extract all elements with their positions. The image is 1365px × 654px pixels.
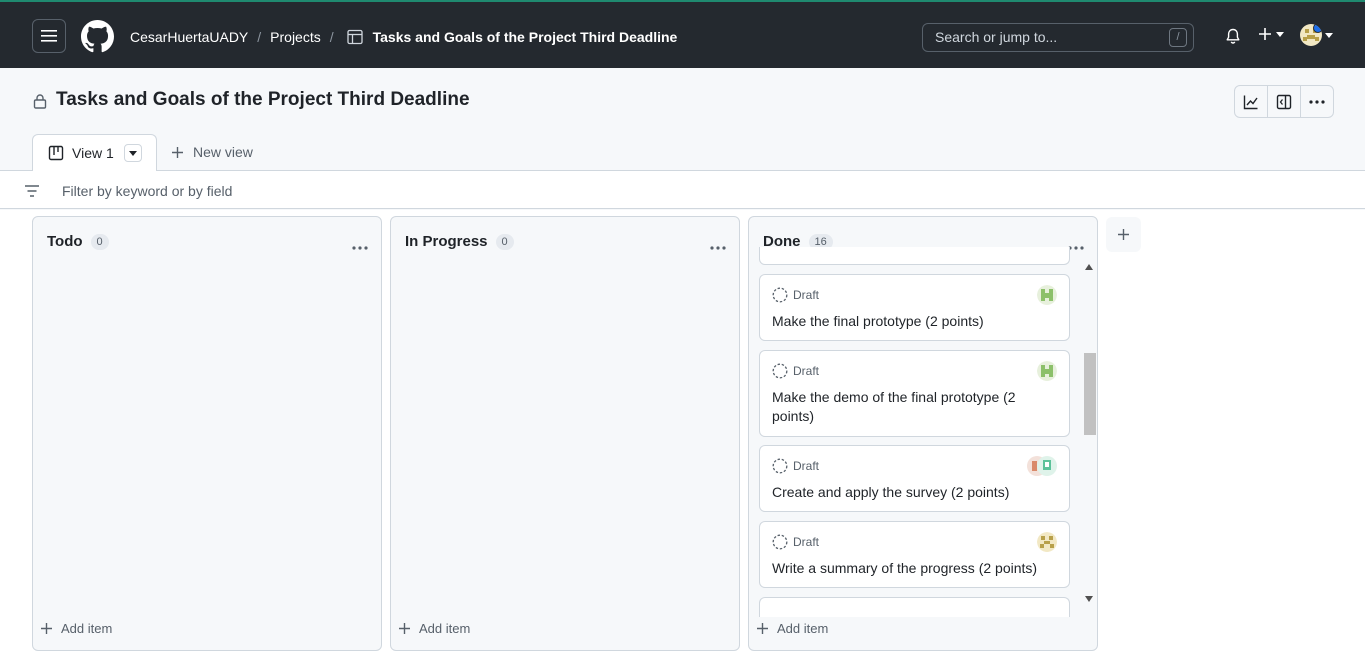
draft-circle-icon [772,458,788,474]
column-done: Done 16 Draft Make the final prototype (… [748,216,1098,651]
user-menu-button[interactable] [1300,24,1333,46]
notifications-bell-icon[interactable] [1225,28,1241,50]
kebab-horizontal-icon [352,246,368,250]
tab-view-1[interactable]: View 1 [32,134,157,171]
scroll-down-arrow-icon[interactable] [1085,596,1093,602]
assignee-avatars[interactable] [1027,456,1057,476]
assignee-avatar[interactable] [1037,361,1057,381]
filter-bar: Filter by keyword or by field [0,171,1365,209]
avatar [1300,24,1322,46]
column-title: In Progress [405,233,488,250]
card-status: Draft [772,458,819,474]
add-item-button[interactable]: Add item [398,621,470,636]
menu-button[interactable] [32,19,66,53]
card-title[interactable]: Write a summary of the progress (2 point… [772,559,1042,578]
column-header: Todo 0 [47,233,109,250]
plus-icon [1259,28,1271,40]
tab-label: View 1 [72,145,114,161]
insights-button[interactable] [1235,86,1268,117]
add-item-button[interactable]: Add item [756,621,828,636]
card[interactable]: Draft Make the demo of the final prototy… [759,350,1070,437]
create-new-button[interactable] [1258,27,1284,41]
caret-down-icon [128,150,137,156]
project-actions [1234,85,1334,118]
lock-icon [33,93,47,114]
new-view-label: New view [193,144,253,160]
column-title: Todo [47,233,83,250]
draft-circle-icon [772,534,788,550]
assignee-avatar[interactable] [1037,532,1057,552]
plus-icon [41,623,52,634]
column-count-badge: 0 [495,233,514,250]
add-column-button[interactable] [1106,217,1141,252]
card-status: Draft [772,363,819,379]
card-partial[interactable] [759,597,1070,617]
search-input[interactable]: Search or jump to... / [922,23,1194,52]
breadcrumb-projects[interactable]: Projects [270,29,321,45]
column-header: In Progress 0 [405,233,514,250]
breadcrumb-owner[interactable]: CesarHuertaUADY [130,29,248,45]
plus-icon [399,623,410,634]
card-status-label: Draft [793,459,820,473]
board-view-icon [48,145,64,161]
card-status: Draft [772,287,819,303]
scroll-up-arrow-icon[interactable] [1085,264,1093,270]
add-item-label: Add item [61,621,113,636]
draft-circle-icon [772,287,788,303]
new-view-button[interactable]: New view [171,144,253,160]
column-menu-button[interactable] [1068,237,1084,255]
breadcrumb-separator: / [329,29,334,45]
column-menu-button[interactable] [352,237,368,255]
more-options-button[interactable] [1301,86,1333,117]
column-todo: Todo 0 Add item [32,216,382,651]
kebab-horizontal-icon [1068,246,1084,250]
card-title[interactable]: Make the demo of the final prototype (2 … [772,388,1042,426]
breadcrumb-separator: / [257,29,262,45]
card[interactable]: Draft Create and apply the survey (2 poi… [759,445,1070,512]
table-icon [346,29,363,45]
graph-icon [1243,95,1258,109]
assignee-avatar[interactable] [1037,285,1057,305]
kebab-horizontal-icon [1309,99,1325,104]
notification-dot [1313,24,1322,33]
add-item-button[interactable]: Add item [40,621,112,636]
add-item-label: Add item [419,621,471,636]
column-menu-button[interactable] [710,237,726,255]
filter-input[interactable]: Filter by keyword or by field [62,183,232,199]
plus-icon [1118,229,1129,240]
scrollbar-thumb[interactable] [1084,353,1096,435]
breadcrumb-project-name[interactable]: Tasks and Goals of the Project Third Dea… [373,29,678,45]
plus-icon [172,146,183,158]
card[interactable]: Draft Write a summary of the progress (2… [759,521,1070,588]
draft-circle-icon [772,363,788,379]
global-header: CesarHuertaUADY / Projects / Tasks and G… [0,0,1365,68]
hamburger-icon [41,30,57,42]
side-panel-button[interactable] [1268,86,1301,117]
column-in-progress: In Progress 0 Add item [390,216,740,651]
filter-icon [24,184,40,202]
caret-down-icon [1276,31,1284,37]
column-count-badge: 0 [90,233,109,250]
card-status-label: Draft [793,364,820,378]
breadcrumb: CesarHuertaUADY / Projects / Tasks and G… [130,27,677,47]
search-shortcut-key: / [1169,28,1187,47]
card-status-label: Draft [793,288,820,302]
plus-icon [757,623,768,634]
card-title[interactable]: Make the final prototype (2 points) [772,312,1042,331]
add-item-label: Add item [777,621,829,636]
card-status: Draft [772,534,819,550]
search-placeholder: Search or jump to... [935,29,1058,45]
github-logo-icon[interactable] [81,20,114,53]
card-status-label: Draft [793,535,820,549]
page-title: Tasks and Goals of the Project Third Dea… [56,89,470,110]
view-options-button[interactable] [123,144,142,162]
card[interactable]: Draft Make the final prototype (2 points… [759,274,1070,341]
card-partial[interactable] [759,247,1070,265]
card-title[interactable]: Create and apply the survey (2 points) [772,483,1042,502]
caret-down-icon [1325,32,1333,38]
kebab-horizontal-icon [710,246,726,250]
sidebar-icon [1276,94,1292,109]
